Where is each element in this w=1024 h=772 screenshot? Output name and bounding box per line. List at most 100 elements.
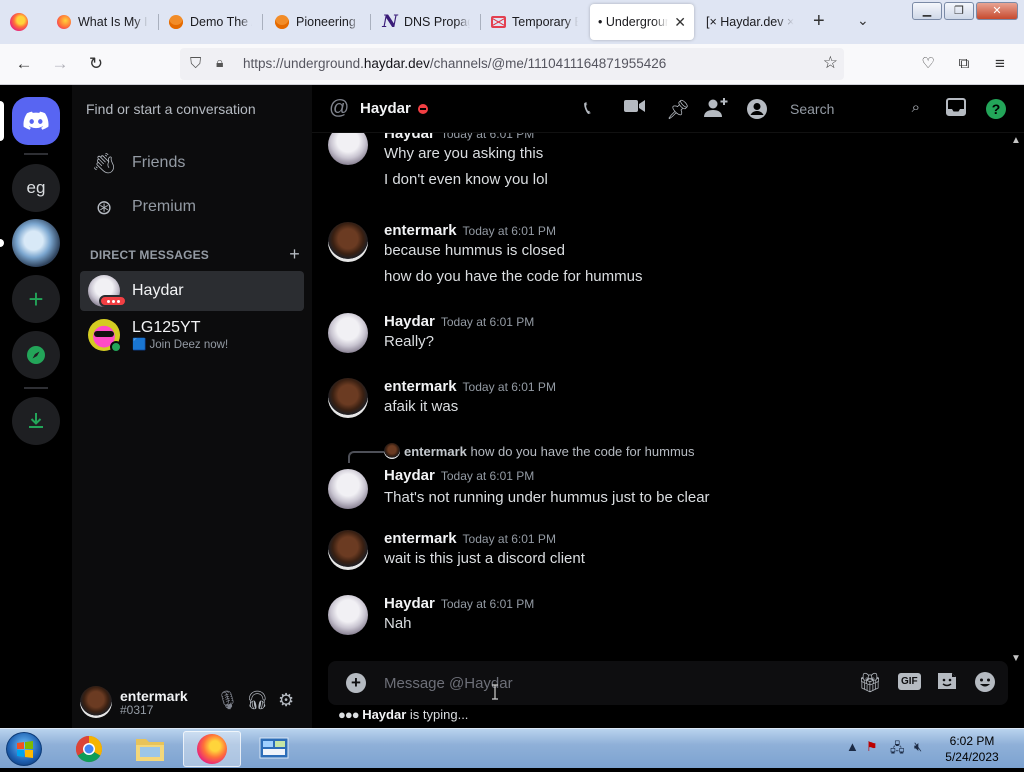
avatar[interactable] [80,686,112,718]
server-rail: eg + [0,85,72,728]
create-dm-icon[interactable]: + [289,244,300,265]
start-button[interactable] [6,732,42,766]
gift-icon[interactable]: 🎁︎ [858,671,882,695]
settings-gear-icon[interactable]: ⚙ [278,690,294,711]
chrome-icon [75,735,103,763]
help-icon[interactable]: ? [986,99,1006,119]
at-mention-icon: @ [329,97,350,119]
add-friends-to-dm-icon[interactable] [704,98,728,124]
sticker-icon[interactable] [936,671,958,697]
pinned-messages-icon[interactable]: 📌︎ [666,98,690,122]
message-author[interactable]: entermark Today at 6:01 PM [384,530,556,547]
message-author[interactable]: entermark Today at 6:01 PM [384,378,556,395]
network-icon[interactable]: 🖧︎ [890,739,905,761]
forward-arrow-icon[interactable]: → [48,52,72,76]
pocket-icon[interactable]: ♡ [916,52,940,76]
browser-tab[interactable]: Temporary E [482,4,586,40]
avatar[interactable] [328,595,368,635]
close-tab-icon[interactable]: ✕ [674,14,686,31]
dm-search-input[interactable]: Find or start a conversation [80,95,302,123]
browser-tab[interactable]: N DNS Propagation [374,4,478,40]
dm-item-haydar[interactable]: Haydar [80,271,304,311]
server-eg[interactable]: eg [12,164,60,212]
reload-icon[interactable]: ↻ [84,52,108,76]
tab-list-chevron-icon[interactable]: ⌄ [857,12,869,29]
new-tab-icon[interactable]: + [813,10,825,33]
headphones-icon[interactable]: 🎧︎ [246,690,269,711]
message-author[interactable]: Haydar Today at 6:01 PM [384,133,534,142]
avatar[interactable] [328,530,368,570]
discord-home-button[interactable] [12,97,60,145]
typing-indicator: ●●● Haydar is typing... [338,707,469,722]
firefox-view-icon[interactable] [10,13,28,31]
bookmark-star-icon[interactable]: ☆ [823,53,838,73]
show-hidden-icons-icon[interactable]: ▲ [846,739,859,754]
avatar[interactable] [328,378,368,418]
volume-muted-icon[interactable]: 🔇︎ [914,739,922,755]
nitro-icon: ⊛ [95,196,113,219]
mute-mic-icon[interactable]: 🎙︎ [216,690,239,711]
orange-circle-icon [274,14,290,30]
online-status-dot [110,341,122,353]
tracking-shield-icon[interactable]: ⛉ [190,55,201,72]
avatar[interactable] [328,133,368,165]
avatar[interactable] [328,313,368,353]
upload-plus-icon[interactable]: + [346,673,366,693]
voice-call-icon[interactable]: 📞︎ [584,98,591,120]
url-bar[interactable]: ⛉ 🔒︎ https://underground.haydar.dev/chan… [180,48,844,80]
message-group: Haydar Today at 6:01 PM Nah [312,595,1002,640]
firefox-icon [197,734,227,764]
avatar[interactable] [328,222,368,262]
nav-premium[interactable]: ⊛ Premium [80,186,304,228]
video-call-icon[interactable] [624,98,646,120]
orange-circle-icon [168,14,184,30]
reply-preview[interactable]: entermark how do you have the code for h… [384,443,695,459]
message-author[interactable]: entermark Today at 6:01 PM [384,222,556,239]
emoji-icon[interactable] [974,671,996,699]
browser-tab[interactable]: What Is My IP Ad [48,4,156,40]
server-anime-avatar[interactable] [12,219,60,267]
close-window-icon[interactable]: ✕ [976,2,1018,20]
header-search-input[interactable]: Search ⌕ [782,97,926,121]
avatar [88,319,122,353]
taskbar-chrome[interactable] [60,731,118,767]
gif-picker-icon[interactable]: GIF [898,673,921,690]
restore-window-icon[interactable]: ❐ [944,2,974,20]
scroll-down-arrow-icon[interactable]: ▼ [1011,653,1021,664]
action-center-flag-icon[interactable]: ⚑ [866,739,878,755]
windows-logo-icon [17,741,33,758]
browser-tab-active[interactable]: • Underground ✕ [590,4,694,40]
user-panel: entermark #0317 🎙︎ 🎧︎ ⚙ [72,678,312,728]
taskbar-explorer[interactable] [121,731,179,767]
url-text[interactable]: https://underground.haydar.dev/channels/… [243,56,666,71]
browser-tab-strip: What Is My IP Ad Demo The App Pioneering… [0,0,1024,44]
message-text: Why are you asking this [384,145,544,162]
browser-tab[interactable]: Pioneering the [266,4,368,40]
message-group: Haydar Today at 6:01 PM Why are you askin… [312,133,1002,195]
user-profile-icon[interactable] [746,98,768,126]
explore-compass-icon[interactable] [12,331,60,379]
lock-icon[interactable]: 🔒︎ [216,54,223,71]
message-author[interactable]: Haydar Today at 6:01 PM [384,467,534,484]
inbox-icon[interactable] [946,98,966,122]
message-author[interactable]: Haydar Today at 6:01 PM [384,313,534,330]
system-clock[interactable]: 6:02 PM 5/24/2023 [932,733,1012,765]
message-author[interactable]: Haydar Today at 6:01 PM [384,595,534,612]
avatar[interactable] [328,469,368,509]
scrollbar[interactable]: ▲ ▼ [1008,133,1024,668]
scroll-up-arrow-icon[interactable]: ▲ [1011,135,1021,146]
add-server-button[interactable]: + [12,275,60,323]
nav-friends[interactable]: 👋︎ Friends [80,142,304,184]
message-input[interactable] [384,671,844,695]
taskbar-firefox[interactable] [183,731,241,767]
taskbar-control-panel[interactable] [245,731,303,767]
back-arrow-icon[interactable]: ← [12,52,36,76]
download-apps-icon[interactable] [12,397,60,445]
browser-tab[interactable]: [× Haydar.dev × [698,4,802,40]
tab-separator [158,14,159,30]
menu-hamburger-icon[interactable]: ≡ [988,52,1012,76]
minimize-window-icon[interactable]: ▁ [912,2,942,20]
extensions-icon[interactable]: ⧉ [952,52,976,76]
dm-item-lg125yt[interactable]: LG125YT 🟦 Join Deez now! [80,315,304,355]
browser-tab[interactable]: Demo The App [160,4,260,40]
